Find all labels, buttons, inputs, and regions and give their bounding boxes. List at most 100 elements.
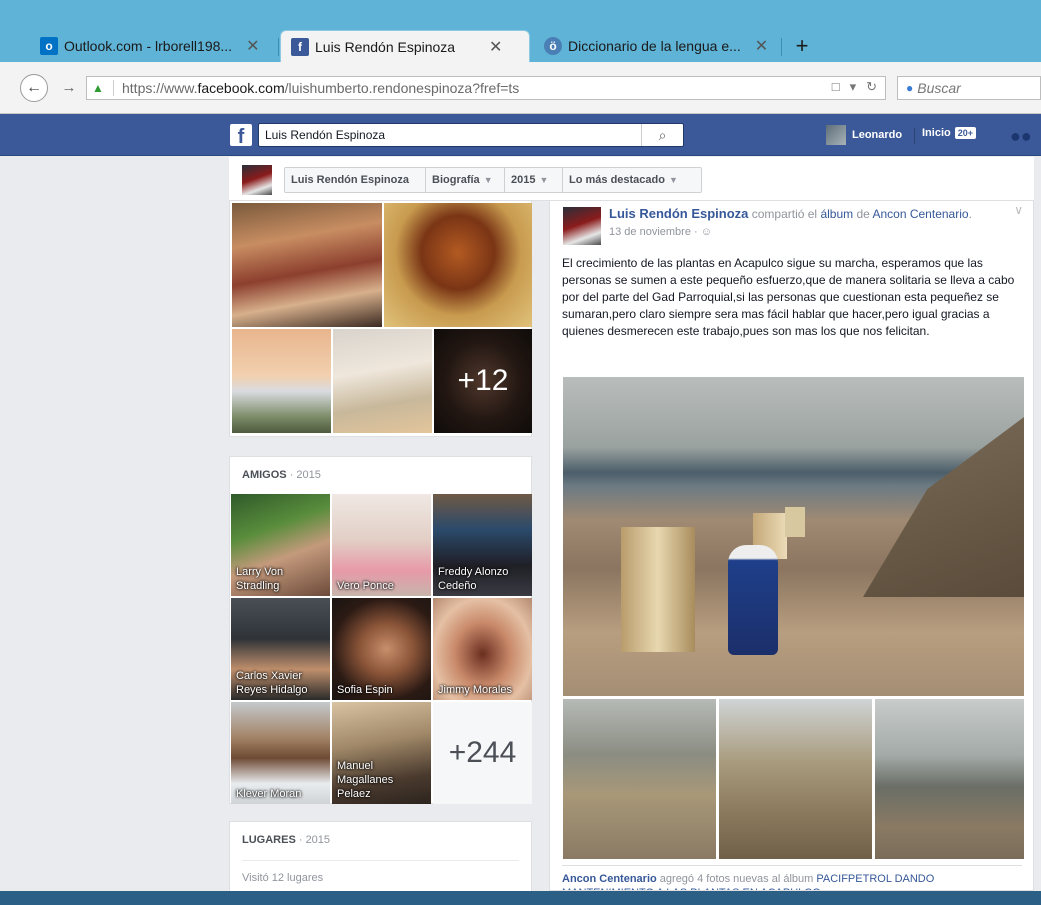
reader-view-icon[interactable]: □ [832, 79, 840, 95]
post-photo-thumbnail[interactable] [719, 699, 872, 859]
home-link[interactable]: Inicio 20+ [922, 127, 977, 139]
address-bar[interactable]: ▲ https://www.facebook.com/luishumberto.… [86, 76, 886, 100]
photo-thumbnail-more[interactable]: +12 [434, 329, 532, 433]
tab-title: Diccionario de la lengua e... [568, 38, 741, 54]
user-name: Leonardo [852, 129, 903, 141]
friend-tile[interactable]: Larry Von Stradling [231, 494, 330, 596]
profile-name-button[interactable]: Luis Rendón Espinoza [284, 167, 426, 193]
friend-tile[interactable]: Klever Moran [231, 702, 330, 804]
places-card: LUGARES · 2015 Visitó 12 lugares [229, 821, 532, 901]
friend-name: Freddy Alonzo Cedeño [438, 566, 509, 592]
year-dropdown[interactable]: 2015 ▼ [504, 167, 563, 193]
url-prefix: https://www. [122, 80, 198, 96]
more-friends-tile[interactable]: +244 [433, 702, 532, 804]
tab-diccionario[interactable]: ö Diccionario de la lengua e... ✕ [534, 30, 779, 62]
nav-divider [914, 128, 915, 144]
reload-icon[interactable]: ↻ [866, 79, 877, 95]
post-footer: Ancon Centenario agregó 4 fotos nuevas a… [562, 865, 1022, 890]
places-summary[interactable]: Visitó 12 lugares [242, 872, 323, 884]
friends-audience-icon[interactable]: ☺ [701, 226, 712, 238]
album-link[interactable]: álbum [820, 207, 853, 221]
tab-title: Luis Rendón Espinoza [315, 38, 456, 55]
friends-heading[interactable]: AMIGOS · 2015 [242, 469, 321, 481]
close-icon[interactable]: ✕ [755, 36, 768, 56]
friend-name: Jimmy Morales [438, 684, 512, 696]
close-icon[interactable]: ✕ [489, 37, 502, 57]
photo-tree-guard-shape [621, 527, 695, 652]
friend-tile[interactable]: Manuel Magallanes Pelaez [332, 702, 431, 804]
friend-tile[interactable]: Freddy Alonzo Cedeño [433, 494, 532, 596]
avatar[interactable] [563, 207, 601, 245]
places-heading[interactable]: LUGARES · 2015 [242, 834, 330, 846]
friends-year: · 2015 [289, 469, 321, 481]
profile-link[interactable]: Leonardo [826, 125, 902, 145]
post-period: . [968, 207, 972, 221]
left-column: +12 AMIGOS · 2015 Larry Von Stradling Ve… [229, 201, 532, 901]
forward-button[interactable]: → [58, 76, 80, 100]
friends-card: AMIGOS · 2015 Larry Von Stradling Vero P… [229, 456, 532, 804]
photo-tree-guard-shape [785, 507, 805, 537]
outlook-icon: o [40, 37, 58, 55]
divider [242, 860, 519, 861]
address-divider [113, 80, 114, 96]
timeline-header: Luis Rendón Espinoza Biografía ▼ 2015 ▼ Lo… [229, 157, 1034, 201]
friends-title: AMIGOS [242, 469, 287, 481]
friend-tile[interactable]: Sofia Espin [332, 598, 431, 700]
dropdown-icon[interactable]: ▾ [850, 79, 857, 95]
navigation-toolbar: ← → ▲ https://www.facebook.com/luishumbe… [0, 62, 1041, 114]
os-taskbar [0, 891, 1041, 905]
search-engine-icon: ● [906, 81, 914, 95]
url-path: /luishumberto.rendonespinoza?fref=ts [284, 80, 520, 96]
photos-card: +12 [229, 201, 532, 437]
rae-icon: ö [544, 37, 562, 55]
new-tab-button[interactable]: + [788, 32, 816, 60]
chevron-down-icon: ▼ [539, 175, 549, 185]
facebook-search-input[interactable]: Luis Rendón Espinoza ⌕ [258, 123, 684, 147]
browser-search-input[interactable]: ● Buscar [897, 76, 1041, 100]
facebook-icon: f [291, 37, 309, 56]
biography-label: Biografía [432, 174, 480, 186]
home-label: Inicio [922, 127, 951, 139]
friend-name: Klever Moran [236, 788, 302, 800]
friend-tile[interactable]: Vero Ponce [332, 494, 431, 596]
search-placeholder: Buscar [917, 80, 961, 96]
friend-name: Carlos Xavier Reyes Hidalgo [236, 670, 308, 696]
highlights-label: Lo más destacado [569, 174, 665, 186]
post-meta: 13 de noviembre · ☺ [609, 226, 712, 238]
photo-thumbnail[interactable] [232, 203, 382, 327]
facebook-logo-icon[interactable]: f [230, 124, 252, 148]
places-title: LUGARES [242, 834, 296, 846]
page-link[interactable]: Ancon Centenario [872, 207, 968, 221]
avatar [826, 125, 846, 145]
biography-dropdown[interactable]: Biografía ▼ [425, 167, 505, 193]
chevron-down-icon[interactable]: ∨ [1014, 203, 1023, 217]
tab-separator [781, 38, 782, 56]
chevron-down-icon: ▼ [668, 175, 678, 185]
footer-page-link[interactable]: Ancon Centenario [562, 873, 657, 885]
post-author-link[interactable]: Luis Rendón Espinoza [609, 206, 748, 221]
photo-thumbnail[interactable] [333, 329, 432, 433]
post-body-text: El crecimiento de las plantas en Acapulc… [562, 256, 1015, 338]
post-photo-thumbnail[interactable] [563, 699, 716, 859]
post-date[interactable]: 13 de noviembre · [609, 226, 701, 238]
post-of-text: de [853, 207, 873, 221]
back-button[interactable]: ← [20, 74, 48, 102]
photo-worker-shape [728, 545, 778, 655]
places-year: · 2015 [298, 834, 331, 846]
photo-thumbnail[interactable] [384, 203, 532, 327]
search-icon[interactable]: ⌕ [641, 124, 683, 146]
post-photo-thumbnail[interactable] [875, 699, 1024, 859]
friend-requests-icon[interactable]: ●● [1010, 126, 1032, 147]
post-main-photo[interactable] [563, 377, 1024, 696]
tab-facebook[interactable]: f Luis Rendón Espinoza ✕ [280, 30, 530, 62]
friend-tile[interactable]: Carlos Xavier Reyes Hidalgo [231, 598, 330, 700]
friend-tile[interactable]: Jimmy Morales [433, 598, 532, 700]
url-domain: facebook.com [197, 80, 285, 96]
tab-outlook[interactable]: o Outlook.com - lrborell198... ✕ [30, 30, 275, 62]
photo-thumbnail[interactable] [232, 329, 331, 433]
avatar[interactable] [242, 165, 272, 195]
more-friends-count: +244 [448, 736, 517, 769]
year-label: 2015 [511, 174, 536, 186]
close-icon[interactable]: ✕ [246, 36, 259, 56]
highlights-dropdown[interactable]: Lo más destacado ▼ [562, 167, 702, 193]
